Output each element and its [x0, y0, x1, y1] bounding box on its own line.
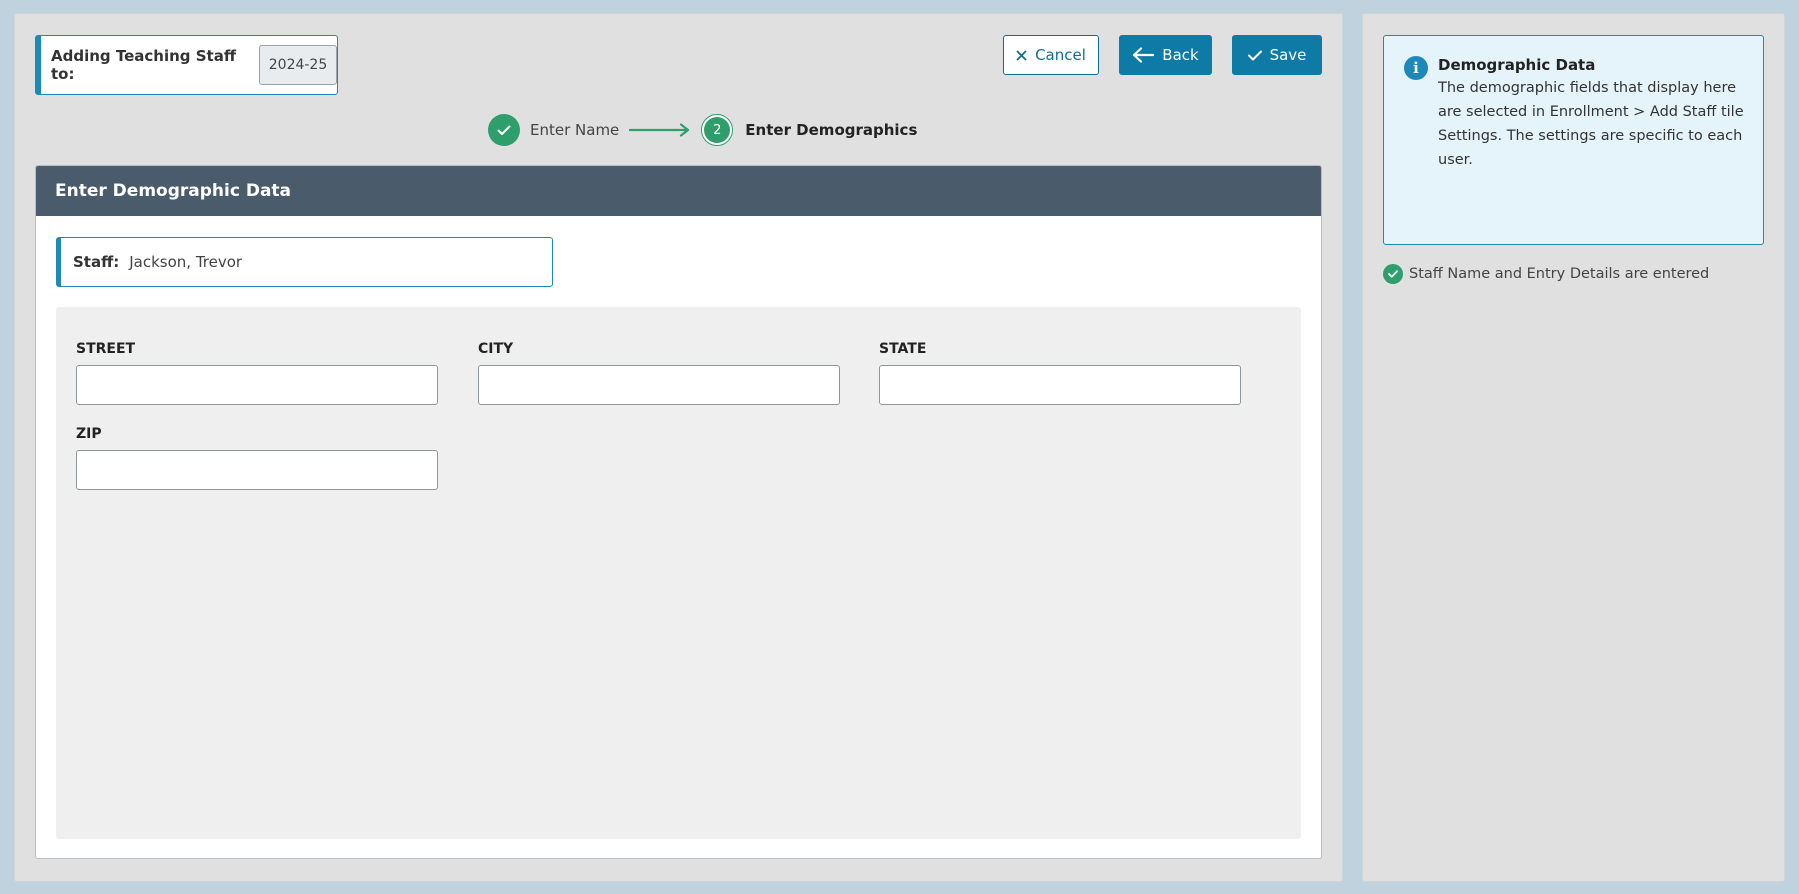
- staff-info-box: Staff: Jackson, Trevor: [56, 237, 553, 287]
- checklist-item: Staff Name and Entry Details are entered: [1383, 264, 1709, 284]
- info-title: Demographic Data: [1438, 56, 1596, 74]
- step-2-number: 2: [704, 117, 731, 143]
- save-button-label: Save: [1269, 46, 1307, 64]
- checklist-item-text: Staff Name and Entry Details are entered: [1409, 266, 1710, 282]
- info-text: The demographic fields that display here…: [1438, 80, 1744, 168]
- zip-label: ZIP: [76, 426, 102, 442]
- cancel-button[interactable]: Cancel: [1003, 35, 1099, 75]
- cancel-button-label: Cancel: [1035, 46, 1086, 64]
- check-circle-icon: [1383, 264, 1403, 284]
- adding-teaching-staff-label: Adding Teaching Staff to:: [51, 47, 236, 83]
- check-icon: [1388, 270, 1398, 278]
- arrow-right-icon: [629, 123, 690, 137]
- info-icon: i: [1404, 56, 1428, 80]
- street-field-group: STREET: [76, 339, 438, 405]
- zip-input[interactable]: [76, 450, 438, 490]
- step-2-label: Enter Demographics: [745, 121, 918, 139]
- city-input[interactable]: [478, 365, 840, 405]
- close-icon: [1016, 49, 1027, 61]
- side-panel: i Demographic Data The demographic field…: [1362, 13, 1785, 882]
- state-field-group: STATE: [879, 339, 1241, 405]
- street-input[interactable]: [76, 365, 438, 405]
- city-label: CITY: [478, 341, 514, 357]
- info-box: i Demographic Data The demographic field…: [1383, 35, 1764, 245]
- target-school-year-box: Adding Teaching Staff to: 2024-25: [35, 35, 338, 95]
- school-year-badge: 2024-25: [259, 45, 337, 85]
- step-1-label: Enter Name: [530, 121, 620, 139]
- save-button[interactable]: Save: [1232, 35, 1322, 75]
- staff-name: Jackson, Trevor: [129, 253, 243, 271]
- step-1-complete-icon: [488, 114, 520, 146]
- state-label: STATE: [879, 341, 927, 357]
- demographic-card: Enter Demographic Data Staff: Jackson, T…: [35, 165, 1322, 859]
- arrow-left-icon: [1133, 47, 1155, 63]
- check-icon: [1247, 50, 1262, 60]
- check-icon: [497, 125, 511, 135]
- zip-field-group: ZIP: [76, 424, 438, 490]
- staff-label: Staff:: [73, 253, 120, 271]
- stepper: Enter Name 2 Enter Demographics: [488, 114, 917, 146]
- card-title: Enter Demographic Data: [36, 166, 1321, 216]
- back-button[interactable]: Back: [1119, 35, 1212, 75]
- state-input[interactable]: [879, 365, 1241, 405]
- back-button-label: Back: [1162, 46, 1199, 64]
- street-label: STREET: [76, 341, 136, 357]
- demographic-fields-area: STREET CITY STATE ZIP: [56, 307, 1301, 839]
- step-2-current-indicator: 2: [701, 114, 734, 146]
- city-field-group: CITY: [478, 339, 840, 405]
- main-panel: Adding Teaching Staff to: 2024-25 Cancel…: [14, 13, 1343, 882]
